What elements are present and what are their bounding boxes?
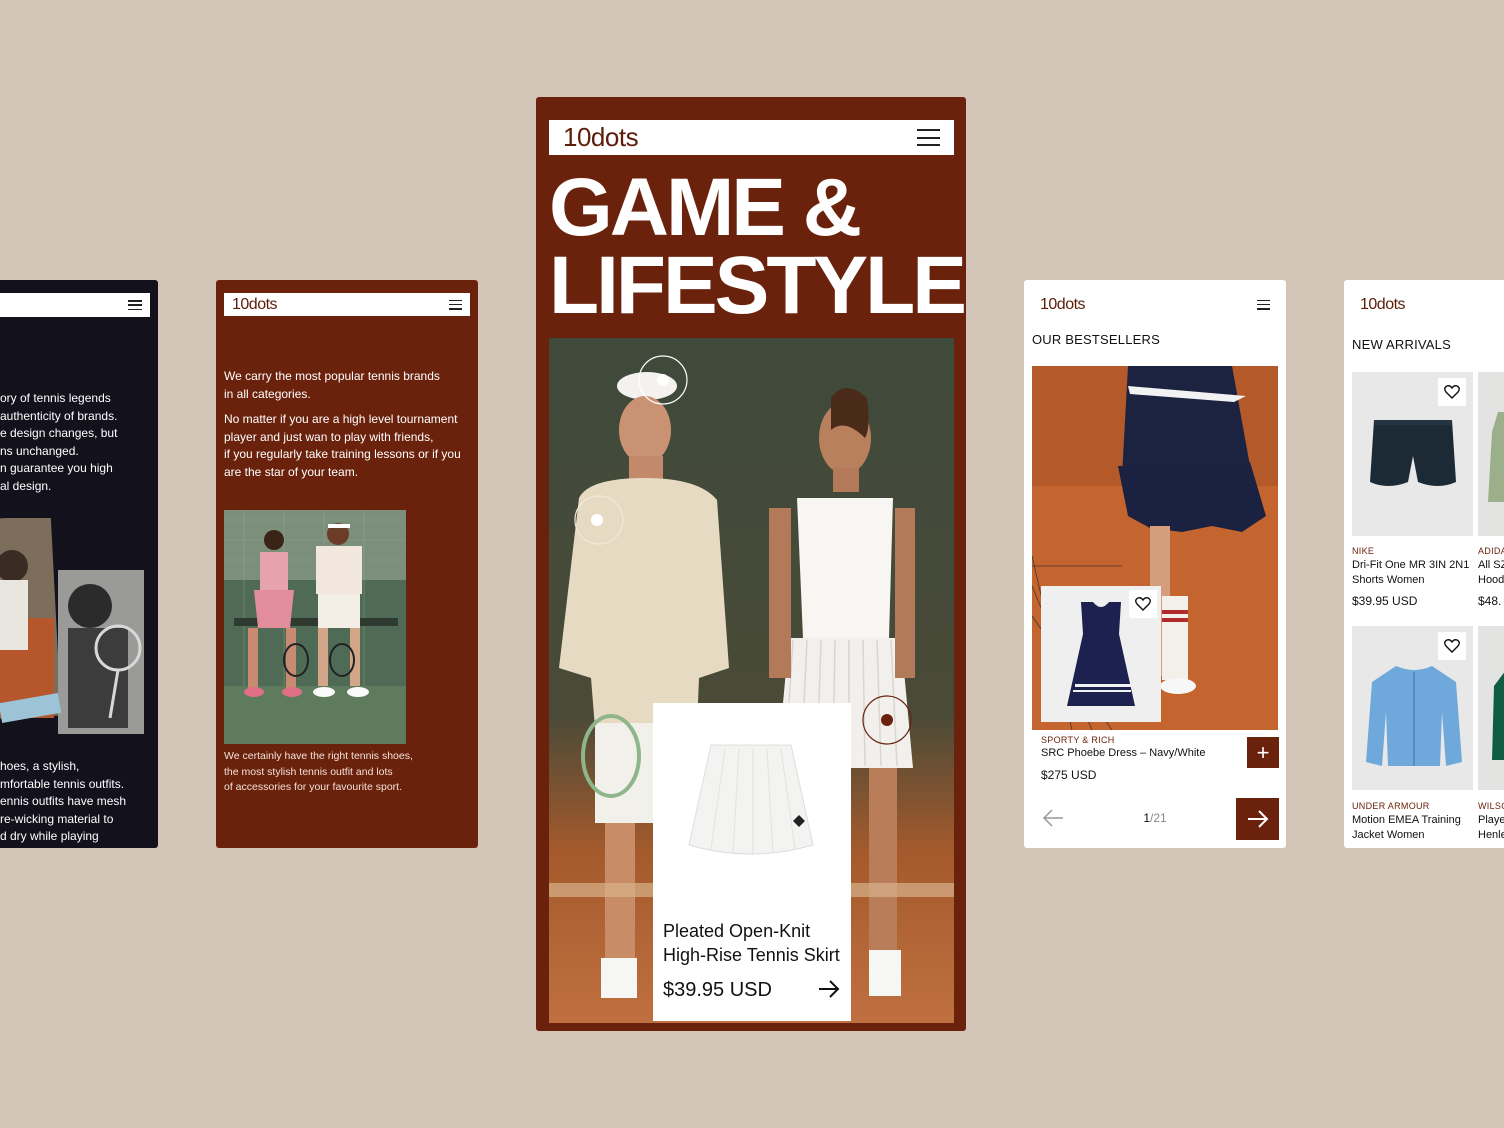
- text-line: hoes, a stylish,: [0, 759, 80, 773]
- skirt-product-image: [688, 744, 814, 855]
- product-price: $39.95 USD: [1352, 594, 1418, 608]
- text-line: al design.: [0, 478, 52, 493]
- product-tile[interactable]: [1478, 372, 1504, 536]
- text-line: Henle: [1478, 829, 1504, 841]
- hero-title-line: LIFESTYLE: [549, 240, 966, 331]
- text-line: ory of tennis legends: [0, 391, 111, 405]
- text-line: Dri-Fit One MR 3IN 2N1: [1352, 559, 1470, 571]
- players-paragraph: No matter if you are a high level tourna…: [224, 411, 474, 481]
- navbar: 10dots: [549, 120, 954, 155]
- logo[interactable]: 10dots: [232, 296, 278, 314]
- section-title: OUR BESTSELLERS: [1032, 332, 1160, 347]
- product-price: $275 USD: [1041, 768, 1097, 782]
- product-tile[interactable]: [1352, 372, 1473, 536]
- logo[interactable]: 10dots: [1040, 296, 1086, 314]
- product-name[interactable]: SRC Phoebe Dress – Navy/White: [1041, 746, 1205, 761]
- story-paragraph-2: hoes, a stylish, mfortable tennis outfit…: [0, 758, 156, 846]
- product-brand: SPORTY & RICH: [1041, 735, 1115, 745]
- jacket-product-image: [1366, 666, 1462, 766]
- navbar: 10dots: [1032, 293, 1278, 316]
- text-line: ns unchanged.: [0, 443, 79, 458]
- featured-product-card[interactable]: Pleated Open-Knit High-Rise Tennis Skirt…: [653, 703, 851, 1021]
- text-line: Hood: [1478, 574, 1504, 586]
- text-line: if you regularly take training lessons o…: [224, 447, 461, 461]
- menu-icon[interactable]: [449, 299, 462, 310]
- text-line: Motion EMEA Training: [1352, 814, 1461, 826]
- text-line: authenticity of brands.: [0, 408, 118, 423]
- add-to-cart-button[interactable]: +: [1247, 737, 1279, 768]
- text-line: mfortable tennis outfits.: [0, 776, 125, 791]
- logo[interactable]: 10dots: [563, 122, 639, 153]
- text-line: No matter if you are a high level tourna…: [224, 412, 458, 426]
- product-brand: NIKE: [1352, 546, 1375, 556]
- next-button[interactable]: [1236, 798, 1279, 840]
- wishlist-heart-icon[interactable]: [1129, 590, 1157, 618]
- pager-total: /21: [1150, 811, 1167, 825]
- text-line: e design changes, but: [0, 426, 118, 440]
- product-price: $39.95 USD: [663, 979, 772, 1001]
- shoes-caption: We certainly have the right tennis shoes…: [224, 749, 434, 796]
- legends-photo-collage: [0, 518, 144, 734]
- product-name[interactable]: All SZ Hood: [1478, 558, 1504, 588]
- navbar: [0, 293, 150, 317]
- hoodie-product-image: [1488, 412, 1504, 502]
- text-line: player and just wan to play with friends…: [224, 429, 434, 444]
- screen-bestsellers: 10dots OUR BESTSELLERS SPORTY & RICH SRC…: [1024, 280, 1286, 848]
- screen-story-dark: ory of tennis legends authenticity of br…: [0, 280, 158, 848]
- logo[interactable]: 10dots: [1360, 296, 1406, 314]
- navbar: 10dots: [1352, 293, 1504, 316]
- text-line: in all categories.: [224, 386, 311, 401]
- dress-product-thumbnail[interactable]: [1041, 586, 1161, 722]
- screen-new-arrivals: 10dots NEW ARRIVALS NIKE Dri-Fit One MR …: [1344, 280, 1504, 848]
- text-line: Pleated Open-Knit: [663, 921, 811, 941]
- arrow-right-icon[interactable]: [817, 979, 841, 999]
- menu-icon[interactable]: [1257, 299, 1270, 310]
- product-tile[interactable]: [1478, 626, 1504, 790]
- text-line: Jacket Women: [1352, 829, 1425, 841]
- text-line: Shorts Women: [1352, 574, 1425, 586]
- product-brand: UNDER ARMOUR: [1352, 801, 1430, 811]
- text-line: We carry the most popular tennis brands: [224, 369, 440, 383]
- product-tile[interactable]: [1352, 626, 1473, 790]
- text-line: n guarantee you high: [0, 461, 113, 475]
- brands-paragraph: We carry the most popular tennis brands …: [224, 368, 474, 403]
- story-paragraph: ory of tennis legends authenticity of br…: [0, 390, 156, 495]
- product-name[interactable]: Playe Henle: [1478, 813, 1504, 843]
- screen-hero: 10dots GAME & LIFESTYLE Pleated Open-Kni…: [536, 97, 966, 1031]
- text-line: We certainly have the right tennis shoes…: [224, 750, 413, 762]
- text-line: the most stylish tennis outfit and lots: [224, 765, 393, 778]
- pager-current: 1: [1143, 811, 1150, 825]
- screen-brands-info: 10dots We carry the most popular tennis …: [216, 280, 478, 848]
- text-line: High-Rise Tennis Skirt: [663, 945, 840, 965]
- product-name: Pleated Open-Knit High-Rise Tennis Skirt: [663, 919, 848, 967]
- henley-product-image: [1492, 672, 1504, 760]
- shorts-product-image: [1370, 420, 1456, 486]
- menu-icon[interactable]: [128, 300, 142, 310]
- text-line: Playe: [1478, 814, 1504, 826]
- text-line: of accessories for your favourite sport.: [224, 781, 402, 793]
- text-line: ennis outfits have mesh: [0, 794, 127, 808]
- menu-icon[interactable]: [917, 129, 940, 146]
- text-line: are the star of your team.: [224, 464, 359, 479]
- text-line: All SZ: [1478, 559, 1504, 571]
- product-price: $48.: [1478, 594, 1502, 608]
- text-line: d dry while playing: [0, 829, 99, 843]
- product-brand: ADIDA: [1478, 546, 1504, 556]
- hero-title: GAME & LIFESTYLE: [549, 162, 966, 331]
- section-title: NEW ARRIVALS: [1352, 337, 1451, 352]
- players-bench-photo: [224, 510, 406, 744]
- product-name[interactable]: Dri-Fit One MR 3IN 2N1 Shorts Women: [1352, 558, 1469, 588]
- wishlist-heart-icon[interactable]: [1438, 632, 1466, 660]
- product-brand: WILSO: [1478, 801, 1504, 811]
- text-line: re-wicking material to: [0, 811, 114, 826]
- navbar: 10dots: [224, 293, 470, 316]
- hero-title-line: GAME &: [549, 162, 862, 253]
- wishlist-heart-icon[interactable]: [1438, 378, 1466, 406]
- product-name[interactable]: Motion EMEA Training Jacket Women: [1352, 813, 1461, 843]
- arrow-right-icon: [1247, 810, 1268, 828]
